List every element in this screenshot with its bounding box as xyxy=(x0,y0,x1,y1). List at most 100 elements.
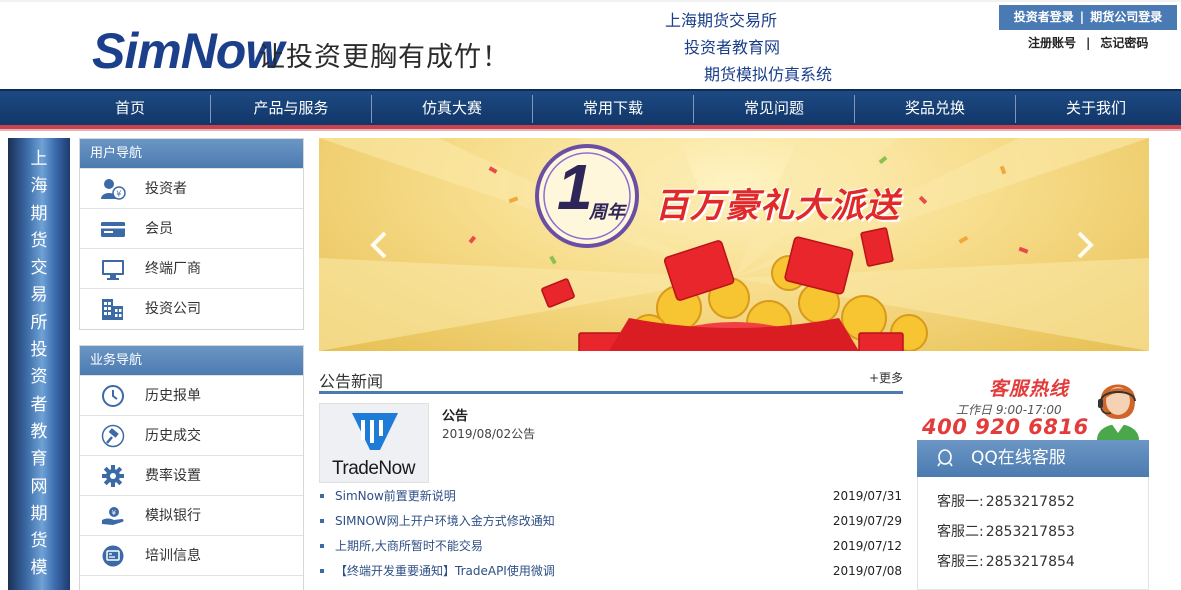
news-item-link[interactable]: 【终端开发重要通知】TradeAPI使用微调 xyxy=(335,561,555,581)
chevron-right-icon[interactable] xyxy=(1073,230,1097,260)
qq-online-service-button[interactable]: QQ在线客服 xyxy=(917,440,1149,477)
account-separator: | xyxy=(1086,36,1091,50)
business-nav-title: 业务导航 xyxy=(80,346,303,375)
customer-service-agent-icon xyxy=(1097,384,1139,440)
svg-text:¥: ¥ xyxy=(116,190,121,199)
qq-contact-label: 客服二: xyxy=(937,524,984,540)
news-item: SIMNOW网上开户环境入金方式修改通知 2019/07/29 xyxy=(319,511,903,531)
company-login-link[interactable]: 期货公司登录 xyxy=(1090,5,1162,30)
bullet-icon xyxy=(320,569,324,573)
qq-contact-label: 客服三: xyxy=(937,554,984,570)
org-line-edu: 投资者教育网 xyxy=(684,38,781,57)
site-header: SimNow 让投资更胸有成竹！ 上海期货交易所 投资者教育网 期货模拟仿真系统… xyxy=(0,0,1181,89)
member-card-icon xyxy=(101,222,125,237)
promo-carousel[interactable]: 1 周年 百万豪礼大派送 xyxy=(319,138,1149,351)
chevron-left-icon[interactable] xyxy=(367,230,391,260)
investor-icon: ¥ xyxy=(101,179,126,200)
qq-contact-number: 2853217853 xyxy=(985,524,1075,540)
business-nav-label: 历史报单 xyxy=(145,388,201,404)
monitor-icon xyxy=(102,260,124,280)
gavel-icon xyxy=(101,424,125,448)
qq-contact[interactable]: 客服二: 2853217853 xyxy=(937,522,1075,542)
business-nav-label: 历史成交 xyxy=(145,428,201,444)
nav-products[interactable]: 产品与服务 xyxy=(211,91,371,125)
vertical-banner-text: 上海期货交易所投资者教育网期货模 xyxy=(30,149,48,579)
qq-contact[interactable]: 客服一: 2853217852 xyxy=(937,492,1075,512)
qq-contact-number: 2853217854 xyxy=(985,554,1075,570)
hotline-box: 客服热线 工作日 9:00-17:00 400 920 6816 xyxy=(917,366,1149,440)
business-nav-panel: 业务导航 历史报单 历史成交 费率设置 ¥ 模拟银行 培训信息 xyxy=(79,345,304,590)
business-nav-item-more[interactable] xyxy=(80,575,303,589)
money-hand-icon: ¥ xyxy=(102,507,124,525)
news-more-link[interactable]: +更多 xyxy=(869,369,903,386)
investor-login-link[interactable]: 投资者登录 xyxy=(1014,5,1074,30)
forgot-password-link[interactable]: 忘记密码 xyxy=(1100,35,1148,51)
building-icon xyxy=(102,299,123,320)
business-nav-item-history-orders[interactable]: 历史报单 xyxy=(80,375,303,415)
clock-icon xyxy=(102,385,124,407)
notice-title[interactable]: 公告 xyxy=(442,405,468,424)
logo-text: SimNow xyxy=(92,23,284,79)
user-nav-label: 投资者 xyxy=(145,181,187,197)
hotline-title: 客服热线 xyxy=(989,378,1070,400)
news-item-date: 2019/07/12 xyxy=(832,539,902,553)
bullet-icon xyxy=(320,544,324,548)
news-item-link[interactable]: 上期所,大商所暂时不能交易 xyxy=(335,536,483,556)
user-nav-title: 用户导航 xyxy=(80,139,303,168)
org-line-sim: 期货模拟仿真系统 xyxy=(704,65,833,84)
news-item-date: 2019/07/31 xyxy=(832,489,902,503)
simnow-logo[interactable]: SimNow xyxy=(92,22,284,80)
login-separator: | xyxy=(1079,10,1085,24)
qq-contact-label: 客服一: xyxy=(937,494,984,510)
nav-home[interactable]: 首页 xyxy=(50,91,210,125)
business-nav-item-fee-settings[interactable]: 费率设置 xyxy=(80,455,303,495)
nav-contest[interactable]: 仿真大赛 xyxy=(372,91,532,125)
business-nav-item-history-trades[interactable]: 历史成交 xyxy=(80,415,303,455)
news-item-link[interactable]: SimNow前置更新说明 xyxy=(335,486,456,506)
notice-subtitle: 2019/08/02公告 xyxy=(442,427,536,441)
business-nav-item-sim-bank[interactable]: ¥ 模拟银行 xyxy=(80,495,303,535)
tradenow-logo-icon xyxy=(352,413,398,450)
business-nav-label: 培训信息 xyxy=(145,548,201,564)
user-nav-item-company[interactable]: 投资公司 xyxy=(80,288,303,328)
svg-text:¥: ¥ xyxy=(112,509,117,517)
business-nav-label: 模拟银行 xyxy=(145,508,201,524)
nav-about[interactable]: 关于我们 xyxy=(1016,91,1176,125)
news-item-link[interactable]: SIMNOW网上开户环境入金方式修改通知 xyxy=(335,511,555,531)
user-nav-panel: 用户导航 ¥ 投资者 会员 终端厂商 投资公司 xyxy=(79,138,304,330)
user-nav-label: 会员 xyxy=(145,221,173,237)
qq-penguin-icon xyxy=(937,449,953,467)
user-nav-item-member[interactable]: 会员 xyxy=(80,208,303,248)
promo-banner-art xyxy=(319,138,1149,351)
qq-online-label: QQ在线客服 xyxy=(971,448,1066,468)
news-item: 上期所,大商所暂时不能交易 2019/07/12 xyxy=(319,536,903,556)
anniversary-number: 1 xyxy=(557,151,593,223)
gear-icon xyxy=(102,465,124,487)
org-line-sse: 上海期货交易所 xyxy=(665,11,778,30)
nav-prizes[interactable]: 奖品兑换 xyxy=(855,91,1015,125)
login-bar: 投资者登录 | 期货公司登录 xyxy=(999,5,1177,30)
news-item-date: 2019/07/29 xyxy=(832,514,902,528)
vertical-banner[interactable]: 上海期货交易所投资者教育网期货模 xyxy=(8,138,70,590)
nav-faq[interactable]: 常见问题 xyxy=(694,91,854,125)
training-icon xyxy=(102,545,124,567)
tradenow-text: TradeNow xyxy=(332,458,415,479)
main-nav: 首页 产品与服务 仿真大赛 常用下载 常见问题 奖品兑换 关于我们 xyxy=(0,89,1181,125)
user-nav-item-vendor[interactable]: 终端厂商 xyxy=(80,248,303,288)
business-nav-item-training[interactable]: 培训信息 xyxy=(80,535,303,575)
qq-contact[interactable]: 客服三: 2853217854 xyxy=(937,552,1075,572)
slogan: 让投资更胸有成竹！ xyxy=(258,42,510,73)
news-header: 公告新闻 +更多 xyxy=(319,366,903,394)
qq-contact-number: 2853217852 xyxy=(985,494,1075,510)
user-nav-label: 投资公司 xyxy=(145,301,201,317)
bullet-icon xyxy=(320,494,324,498)
account-links: 注册账号 | 忘记密码 xyxy=(1028,35,1148,51)
notice-thumbnail[interactable]: TradeNow xyxy=(319,403,429,483)
nav-downloads[interactable]: 常用下载 xyxy=(533,91,693,125)
register-link[interactable]: 注册账号 xyxy=(1028,35,1076,51)
hotline-phone: 400 920 6816 xyxy=(922,415,1089,439)
anniversary-badge: 1 周年 xyxy=(549,152,629,232)
news-title: 公告新闻 xyxy=(319,372,384,391)
promo-headline: 百万豪礼大派送 xyxy=(655,186,900,226)
user-nav-item-investor[interactable]: ¥ 投资者 xyxy=(80,168,303,208)
